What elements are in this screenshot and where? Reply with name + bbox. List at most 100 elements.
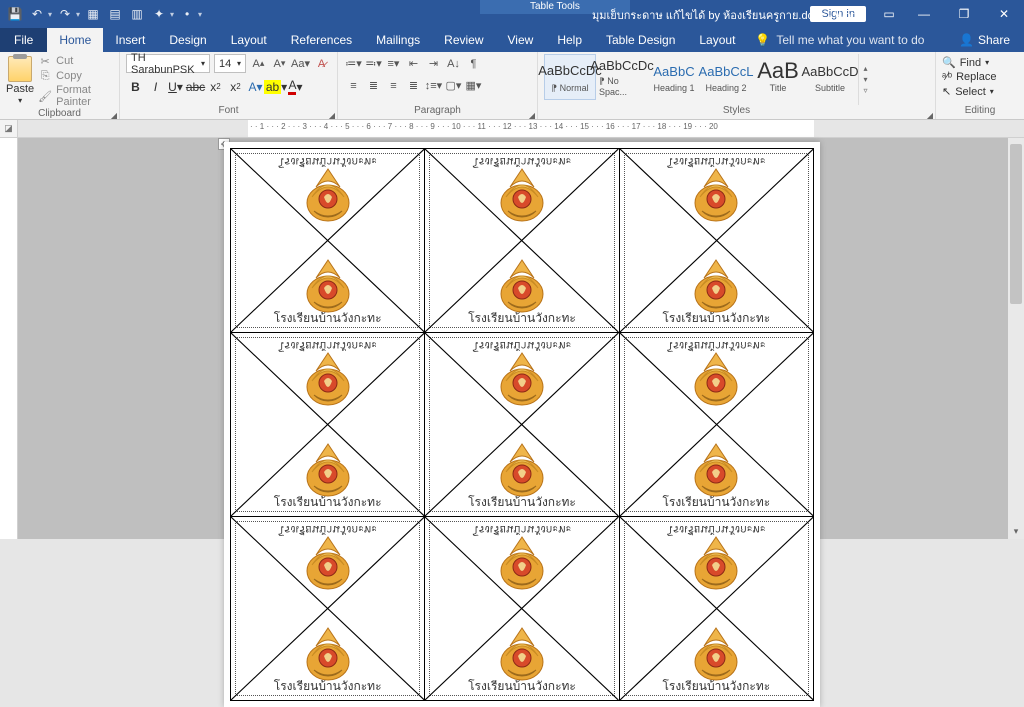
copy-button[interactable]: ⎘Copy xyxy=(38,69,113,83)
style-heading-2[interactable]: AaBbCcLHeading 2 xyxy=(700,54,752,100)
tab-design[interactable]: Design xyxy=(157,28,218,52)
shading-button[interactable]: ▢▾ xyxy=(444,76,463,95)
styles-gallery[interactable]: AaBbCcDc⁋ Normal AaBbCcDc⁋ No Spac... Aa… xyxy=(544,54,929,105)
italic-button[interactable]: I xyxy=(146,77,165,96)
tab-layout[interactable]: Layout xyxy=(219,28,279,52)
document-table[interactable]: โรงเรียนบ้านวังกะทะ โรงเรียนบ้านวังกะทะ … xyxy=(230,148,814,701)
styles-group-label: Styles xyxy=(723,105,750,116)
sort-button[interactable]: A↓ xyxy=(444,54,463,73)
table-cell[interactable]: โรงเรียนบ้านวังกะทะ โรงเรียนบ้านวังกะทะ xyxy=(231,517,425,701)
replace-button[interactable]: ᵃ⁄ᵇReplace xyxy=(942,71,996,83)
paste-button[interactable]: Paste ▾ xyxy=(6,54,34,105)
paste-more-icon[interactable]: ▾ xyxy=(18,96,22,105)
scroll-down-icon[interactable]: ▾ xyxy=(1008,523,1024,539)
undo-icon[interactable]: ↶ xyxy=(28,5,46,23)
qat-icon-1[interactable]: ▦ xyxy=(84,5,102,23)
shrink-font-button[interactable]: A▾ xyxy=(271,54,288,73)
vertical-ruler[interactable] xyxy=(0,138,18,539)
tab-home[interactable]: Home xyxy=(47,28,103,52)
underline-button[interactable]: U▾ xyxy=(166,77,185,96)
bullets-button[interactable]: ≔▾ xyxy=(344,54,363,73)
borders-button[interactable]: ▦▾ xyxy=(464,76,483,95)
grow-font-button[interactable]: A▴ xyxy=(250,54,267,73)
table-cell[interactable]: โรงเรียนบ้านวังกะทะ โรงเรียนบ้านวังกะทะ xyxy=(619,517,813,701)
tab-table-design[interactable]: Table Design xyxy=(594,28,687,52)
qat-more-1[interactable]: ▾ xyxy=(170,10,174,19)
font-launcher-icon[interactable]: ◢ xyxy=(329,111,335,120)
numbering-button[interactable]: ≕▾ xyxy=(364,54,383,73)
group-styles: AaBbCcDc⁋ Normal AaBbCcDc⁋ No Spac... Aa… xyxy=(538,52,936,119)
table-cell[interactable]: โรงเรียนบ้านวังกะทะ โรงเรียนบ้านวังกะทะ xyxy=(425,333,619,517)
undo-more-icon[interactable]: ▾ xyxy=(48,10,52,19)
inc-indent-button[interactable]: ⇥ xyxy=(424,54,443,73)
minimize-icon[interactable]: — xyxy=(904,0,944,28)
pilcrow-button[interactable]: ¶ xyxy=(464,54,483,73)
multilevel-button[interactable]: ≡▾ xyxy=(384,54,403,73)
styles-more-button[interactable]: ▴▾▿ xyxy=(858,54,872,105)
font-color-button[interactable]: A▾ xyxy=(286,77,305,96)
tab-review[interactable]: Review xyxy=(432,28,495,52)
tab-view[interactable]: View xyxy=(496,28,546,52)
paragraph-launcher-icon[interactable]: ◢ xyxy=(529,111,535,120)
strike-button[interactable]: abc xyxy=(186,77,205,96)
style-subtitle[interactable]: AaBbCcDSubtitle xyxy=(804,54,856,100)
cut-button[interactable]: ✂Cut xyxy=(38,54,113,68)
table-cell[interactable]: โรงเรียนบ้านวังกะทะ โรงเรียนบ้านวังกะทะ xyxy=(619,149,813,333)
share-button[interactable]: 👤 Share xyxy=(945,28,1024,52)
styles-launcher-icon[interactable]: ◢ xyxy=(927,111,933,120)
table-cell[interactable]: โรงเรียนบ้านวังกะทะ โรงเรียนบ้านวังกะทะ xyxy=(231,149,425,333)
tab-mailings[interactable]: Mailings xyxy=(364,28,432,52)
school-crest-icon xyxy=(306,535,350,591)
format-painter-button[interactable]: 🖌Format Painter xyxy=(38,84,113,108)
bold-button[interactable]: B xyxy=(126,77,145,96)
qat-customize-icon[interactable]: ▾ xyxy=(198,10,202,19)
justify-button[interactable]: ≣ xyxy=(404,76,423,95)
tell-me-search[interactable]: 💡 Tell me what you want to do xyxy=(755,28,924,52)
style-heading-1[interactable]: AaBbCHeading 1 xyxy=(648,54,700,100)
find-button[interactable]: 🔍Find▾ xyxy=(942,56,989,69)
tab-file[interactable]: File xyxy=(0,28,47,52)
font-size-combo[interactable]: 14▾ xyxy=(214,54,246,73)
maximize-icon[interactable]: ❐ xyxy=(944,0,984,28)
chevron-down-icon: ▾ xyxy=(863,75,867,84)
font-name-combo[interactable]: TH SarabunPSK▾ xyxy=(126,54,210,73)
tell-me-label: Tell me what you want to do xyxy=(776,33,924,47)
qat-icon-5[interactable]: • xyxy=(178,5,196,23)
horizontal-ruler[interactable]: · · 1 · · · 2 · · · 3 · · · 4 · · · 5 · … xyxy=(18,120,1024,137)
select-button[interactable]: ↖Select▾ xyxy=(942,85,994,98)
change-case-button[interactable]: Aa▾ xyxy=(292,54,309,73)
tab-help[interactable]: Help xyxy=(545,28,594,52)
style-title[interactable]: AaBTitle xyxy=(752,54,804,100)
scrollbar-thumb[interactable] xyxy=(1010,144,1022,304)
clipboard-launcher-icon[interactable]: ◢ xyxy=(111,111,117,120)
ribbon-options-icon[interactable]: ▭ xyxy=(874,7,904,21)
clear-format-button[interactable]: A̷ xyxy=(313,54,330,73)
subscript-button[interactable]: x2 xyxy=(206,77,225,96)
ruler-corner[interactable]: ◪ xyxy=(0,120,18,137)
tab-references[interactable]: References xyxy=(279,28,364,52)
style-normal[interactable]: AaBbCcDc⁋ Normal xyxy=(544,54,596,100)
superscript-button[interactable]: x2 xyxy=(226,77,245,96)
align-center-button[interactable]: ≣ xyxy=(364,76,383,95)
line-spacing-button[interactable]: ↕≡▾ xyxy=(424,76,443,95)
align-right-button[interactable]: ≡ xyxy=(384,76,403,95)
text-effects-button[interactable]: A▾ xyxy=(246,77,265,96)
dec-indent-button[interactable]: ⇤ xyxy=(404,54,423,73)
highlight-button[interactable]: ab▾ xyxy=(266,77,285,96)
tab-insert[interactable]: Insert xyxy=(103,28,157,52)
table-cell[interactable]: โรงเรียนบ้านวังกะทะ โรงเรียนบ้านวังกะทะ xyxy=(619,333,813,517)
table-cell[interactable]: โรงเรียนบ้านวังกะทะ โรงเรียนบ้านวังกะทะ xyxy=(425,149,619,333)
table-cell[interactable]: โรงเรียนบ้านวังกะทะ โรงเรียนบ้านวังกะทะ xyxy=(231,333,425,517)
redo-more-icon[interactable]: ▾ xyxy=(76,10,80,19)
qat-icon-2[interactable]: ▤ xyxy=(106,5,124,23)
vertical-scrollbar[interactable]: ▾ xyxy=(1008,138,1024,539)
tab-table-layout[interactable]: Layout xyxy=(687,28,747,52)
close-icon[interactable]: ✕ xyxy=(984,0,1024,28)
redo-icon[interactable]: ↷ xyxy=(56,5,74,23)
align-left-button[interactable]: ≡ xyxy=(344,76,363,95)
qat-icon-3[interactable]: ▥ xyxy=(128,5,146,23)
style-no-spacing[interactable]: AaBbCcDc⁋ No Spac... xyxy=(596,54,648,100)
save-icon[interactable]: 💾 xyxy=(6,5,24,23)
table-cell[interactable]: โรงเรียนบ้านวังกะทะ โรงเรียนบ้านวังกะทะ xyxy=(425,517,619,701)
qat-icon-4[interactable]: ✦ xyxy=(150,5,168,23)
